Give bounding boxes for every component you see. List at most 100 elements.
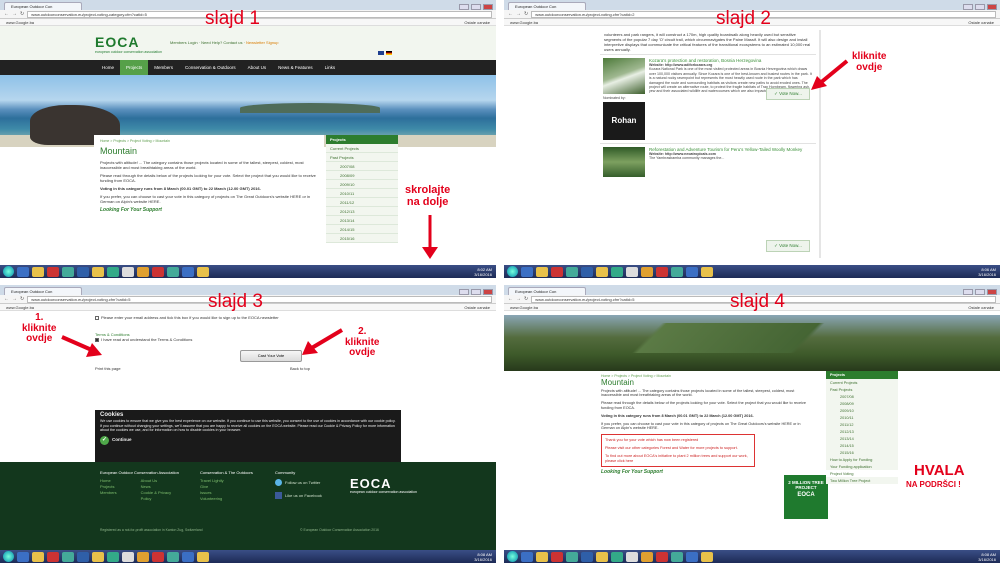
forward-icon[interactable]: → [12, 296, 17, 302]
clock[interactable]: 8:08 AM 3/16/2016 [978, 552, 1000, 562]
chrome-icon[interactable] [566, 551, 578, 562]
app-icon[interactable] [671, 266, 683, 277]
app-icon[interactable] [197, 266, 209, 277]
reload-icon[interactable]: ↻ [524, 296, 528, 302]
folder-icon[interactable] [596, 266, 608, 277]
sidebar-item-year[interactable]: 2011/12 [826, 421, 898, 428]
cast-vote-button[interactable]: Cast Your Vote [240, 350, 302, 362]
clock[interactable]: 8:02 AM 3/16/2016 [474, 267, 496, 277]
app-icon[interactable] [167, 551, 179, 562]
app-icon[interactable] [137, 266, 149, 277]
folder-icon[interactable] [32, 551, 44, 562]
minimize-icon[interactable] [459, 289, 469, 295]
app-icon[interactable] [701, 266, 713, 277]
other-bookmarks[interactable]: Ostale oznake [968, 304, 1000, 310]
folder-icon[interactable] [92, 266, 104, 277]
folder-icon[interactable] [32, 266, 44, 277]
sidebar-item-past[interactable]: Past Projects [826, 386, 898, 393]
sidebar-item-year[interactable]: 2012/13 [326, 207, 398, 216]
ie-icon[interactable] [17, 551, 29, 562]
app-icon[interactable] [182, 551, 194, 562]
app-icon[interactable] [686, 551, 698, 562]
sidebar-item-year[interactable]: 2013/14 [326, 216, 398, 225]
app-icon[interactable] [152, 266, 164, 277]
close-icon[interactable] [483, 289, 493, 295]
app-icon[interactable] [167, 266, 179, 277]
eoca-logo[interactable]: EOCA european outdoor conservation assoc… [95, 34, 162, 54]
start-button[interactable] [3, 551, 14, 562]
continue-button[interactable]: ✓ Continue [100, 435, 396, 445]
word-icon[interactable] [581, 551, 593, 562]
sidebar-item-year[interactable]: 2014/15 [826, 442, 898, 449]
sidebar-item-year[interactable]: 2007/08 [826, 393, 898, 400]
app-icon[interactable] [611, 266, 623, 277]
app-icon[interactable] [641, 551, 653, 562]
browser-tab[interactable]: European Outdoor Con [4, 287, 82, 295]
sidebar-item-application[interactable]: Your Funding application [826, 463, 898, 470]
minimize-icon[interactable] [963, 289, 973, 295]
sidebar-item-year[interactable]: 2010/11 [326, 189, 398, 198]
sidebar-item-year[interactable]: 2009/10 [326, 180, 398, 189]
nav-conservation[interactable]: Conservation & Outdoors [179, 60, 242, 75]
folder-icon[interactable] [596, 551, 608, 562]
forward-icon[interactable]: → [12, 11, 17, 17]
app-icon[interactable] [686, 266, 698, 277]
reload-icon[interactable]: ↻ [20, 11, 24, 17]
sidebar-item-tree-project[interactable]: Two Million Tree Project [826, 477, 898, 484]
maximize-icon[interactable] [471, 4, 481, 10]
app-icon[interactable] [197, 551, 209, 562]
chrome-icon[interactable] [62, 551, 74, 562]
app-icon[interactable] [107, 266, 119, 277]
maximize-icon[interactable] [975, 289, 985, 295]
sidebar-item-current[interactable]: Current Projects [826, 379, 898, 386]
app-icon[interactable] [701, 551, 713, 562]
app-icon[interactable] [152, 551, 164, 562]
sidebar-item-apply[interactable]: How to Apply for Funding [826, 456, 898, 463]
sidebar-item-voting[interactable]: Project Voting [826, 470, 898, 477]
word-icon[interactable] [77, 266, 89, 277]
forward-icon[interactable]: → [516, 296, 521, 302]
minimize-icon[interactable] [963, 4, 973, 10]
header-links-text[interactable]: Members Login · Need Help? Contact us · [170, 40, 246, 45]
start-button[interactable] [507, 266, 518, 277]
two-million-tree-badge[interactable]: 2 MILLION TREE PROJECT EOCA [784, 475, 828, 519]
word-icon[interactable] [77, 551, 89, 562]
ie-icon[interactable] [521, 266, 533, 277]
sidebar-item-year[interactable]: 2015/16 [326, 234, 398, 243]
footer-link[interactable]: Members [100, 490, 117, 496]
media-icon[interactable] [551, 551, 563, 562]
other-bookmarks[interactable]: Ostale oznake [464, 304, 496, 310]
print-link[interactable]: Print this page [95, 366, 121, 371]
other-bookmarks[interactable]: Ostale oznake [968, 19, 1000, 25]
maximize-icon[interactable] [471, 289, 481, 295]
paint-icon[interactable] [626, 551, 638, 562]
sidebar-item-year[interactable]: 2008/09 [826, 400, 898, 407]
bookmark-google[interactable]: www.Google.ba [6, 304, 34, 310]
signup-link[interactable]: Newsletter Signup [246, 40, 278, 45]
footer-link[interactable]: Volunteering [200, 496, 253, 502]
back-icon[interactable]: ← [4, 296, 9, 302]
thanks-line[interactable]: To find out more about EOCA's initiative… [605, 454, 751, 464]
folder-icon[interactable] [536, 266, 548, 277]
sidebar-item-year[interactable]: 2008/09 [326, 171, 398, 180]
back-icon[interactable]: ← [508, 11, 513, 17]
twitter-link[interactable]: Follow us on Twitter [275, 479, 322, 486]
close-icon[interactable] [987, 289, 997, 295]
clock[interactable]: 8:08 AM 3/16/2016 [474, 552, 496, 562]
nav-about[interactable]: About Us [242, 60, 273, 75]
footer-logo[interactable]: EOCA [350, 476, 392, 491]
nav-members[interactable]: Members [148, 60, 179, 75]
de-flag-icon[interactable] [386, 51, 392, 55]
media-icon[interactable] [47, 266, 59, 277]
app-icon[interactable] [137, 551, 149, 562]
browser-tab[interactable]: European Outdoor Con [4, 2, 82, 10]
bookmark-google[interactable]: www.Google.ba [6, 19, 34, 25]
sidebar-item-year[interactable]: 2009/10 [826, 407, 898, 414]
app-icon[interactable] [671, 551, 683, 562]
chrome-icon[interactable] [62, 266, 74, 277]
sidebar-item-past[interactable]: Past Projects [326, 153, 398, 162]
nav-links[interactable]: Links [319, 60, 342, 75]
thanks-line[interactable]: Please visit our other categories Forest… [605, 446, 751, 451]
sidebar-item-current[interactable]: Current Projects [326, 144, 398, 153]
sidebar-item-year[interactable]: 2010/11 [826, 414, 898, 421]
